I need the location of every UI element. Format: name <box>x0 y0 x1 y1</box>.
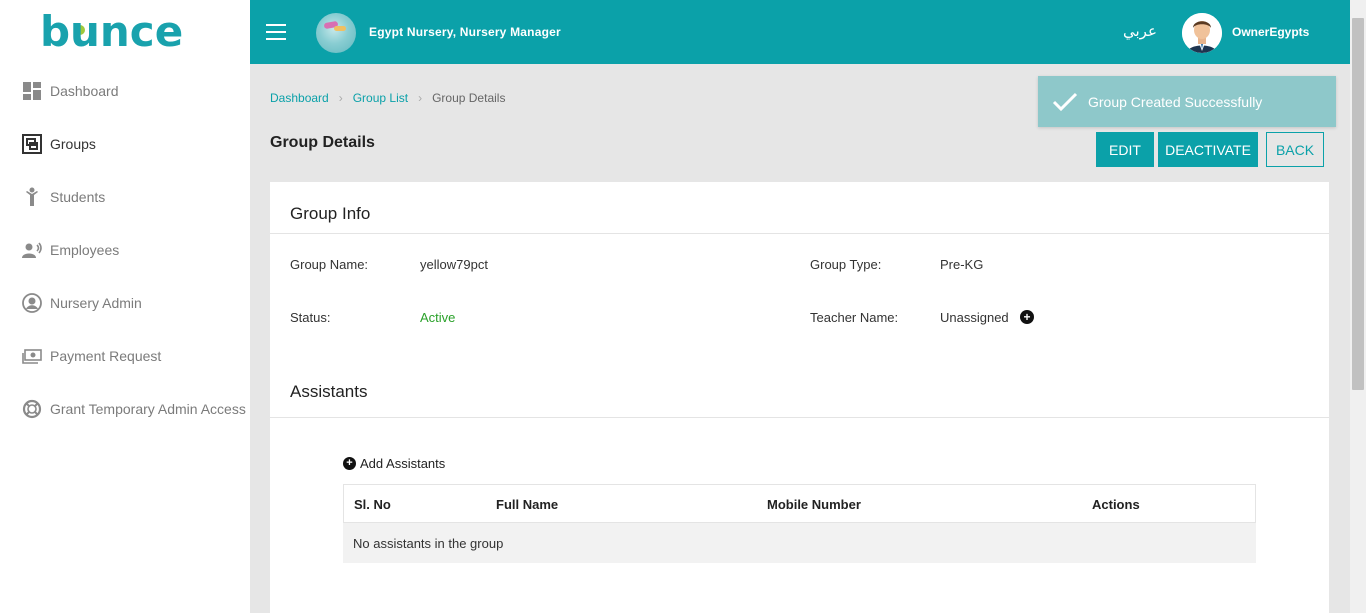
breadcrumb-group-list[interactable]: Group List <box>353 91 408 105</box>
table-row: No assistants in the group <box>343 523 1256 563</box>
page-title: Group Details <box>270 134 375 151</box>
svg-text:unce: unce <box>70 8 183 56</box>
success-toast: Group Created Successfully <box>1038 76 1336 127</box>
breadcrumb: Dashboard › Group List › Group Details <box>270 91 505 105</box>
assistants-table: Sl. No Full Name Mobile Number Actions N… <box>343 484 1256 563</box>
group-name-label: Group Name: <box>290 257 369 272</box>
sidebar-item-grant-admin-access[interactable]: Grant Temporary Admin Access <box>0 382 250 435</box>
group-info-title: Group Info <box>290 204 371 223</box>
sidebar: b unce Dashboard Groups Students Employe… <box>0 0 250 613</box>
group-name-value: yellow79pct <box>420 257 488 272</box>
assistants-title: Assistants <box>290 382 368 401</box>
sidebar-item-label: Dashboard <box>50 82 119 99</box>
user-name[interactable]: OwnerEgypts <box>1232 25 1309 39</box>
divider <box>270 233 1329 234</box>
chevron-right-icon: › <box>338 91 343 105</box>
empty-message: No assistants in the group <box>353 535 504 551</box>
column-header-full-name: Full Name <box>496 497 559 512</box>
chevron-right-icon: › <box>418 91 423 105</box>
divider <box>270 417 1329 418</box>
breadcrumb-dashboard[interactable]: Dashboard <box>270 91 329 105</box>
breadcrumb-current: Group Details <box>432 91 506 105</box>
employee-icon <box>22 240 42 260</box>
toast-message: Group Created Successfully <box>1088 93 1263 110</box>
column-header-actions: Actions <box>1092 497 1140 512</box>
student-icon <box>22 187 42 207</box>
check-icon <box>1052 92 1078 111</box>
status-label: Status: <box>290 310 331 325</box>
sidebar-item-groups[interactable]: Groups <box>0 117 250 170</box>
scrollbar-thumb[interactable] <box>1352 18 1364 390</box>
sidebar-item-label: Groups <box>50 135 96 152</box>
column-header-sl-no: Sl. No <box>354 497 391 512</box>
nursery-title: Egypt Nursery, Nursery Manager <box>369 25 561 39</box>
back-button[interactable]: BACK <box>1266 132 1324 167</box>
bounce-logo-graphic: b unce <box>40 8 183 56</box>
teacher-name-value: Unassigned <box>940 310 1009 325</box>
group-details-card: Group Info Group Name: yellow79pct Group… <box>270 182 1329 613</box>
sidebar-item-label: Payment Request <box>50 347 162 364</box>
add-assistants-label: Add Assistants <box>360 456 446 471</box>
nursery-logo <box>316 13 356 53</box>
plus-circle-icon: + <box>343 457 356 470</box>
sidebar-item-label: Employees <box>50 241 120 258</box>
bounce-logo[interactable]: b unce <box>0 0 250 64</box>
column-header-mobile-number: Mobile Number <box>767 497 861 512</box>
lifebuoy-icon <box>22 399 42 419</box>
status-value: Active <box>420 310 456 325</box>
teacher-name-label: Teacher Name: <box>810 310 899 325</box>
group-type-value: Pre-KG <box>940 257 984 272</box>
language-toggle[interactable]: عربي <box>1123 22 1157 40</box>
sidebar-item-nursery-admin[interactable]: Nursery Admin <box>0 276 250 329</box>
avatar-icon <box>1182 13 1222 53</box>
table-header: Sl. No Full Name Mobile Number Actions <box>343 484 1256 523</box>
deactivate-button[interactable]: DEACTIVATE <box>1158 132 1258 167</box>
add-assistants-button[interactable]: + Add Assistants <box>343 456 445 471</box>
user-circle-icon <box>22 292 42 313</box>
menu-toggle-icon[interactable] <box>266 24 286 40</box>
top-bar: Egypt Nursery, Nursery Manager عربي Owne… <box>250 0 1350 64</box>
sidebar-item-payment-request[interactable]: Payment Request <box>0 329 250 382</box>
sidebar-item-label: Grant Temporary Admin Access <box>50 400 246 417</box>
sidebar-item-label: Nursery Admin <box>50 294 142 311</box>
svg-text:b: b <box>40 8 69 56</box>
sidebar-item-students[interactable]: Students <box>0 170 250 223</box>
add-teacher-icon[interactable]: + <box>1020 310 1034 324</box>
sidebar-item-dashboard[interactable]: Dashboard <box>0 64 250 117</box>
dashboard-icon <box>22 81 42 101</box>
groups-icon <box>22 133 42 154</box>
sidebar-item-label: Students <box>50 188 106 205</box>
sidebar-item-employees[interactable]: Employees <box>0 223 250 276</box>
money-icon <box>22 346 42 366</box>
sidebar-nav: Dashboard Groups Students Employees Nurs… <box>0 64 250 435</box>
edit-button[interactable]: EDIT <box>1096 132 1154 167</box>
avatar[interactable] <box>1182 13 1222 53</box>
group-type-label: Group Type: <box>810 257 882 272</box>
page-scrollbar[interactable] <box>1350 0 1366 613</box>
